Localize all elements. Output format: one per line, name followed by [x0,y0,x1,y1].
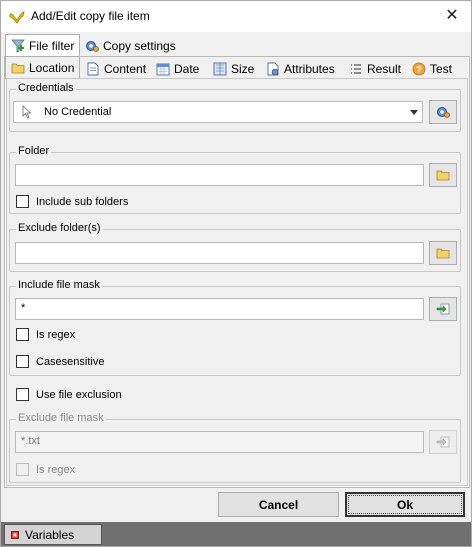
import-icon [436,303,450,315]
exclude-is-regex-checkbox[interactable]: Is regex [16,463,75,476]
cancel-button[interactable]: Cancel [218,492,339,517]
checkbox-box [16,328,29,341]
cursor-icon [22,105,32,119]
casesensitive-label: Casesensitive [36,355,105,368]
tab-attributes-label: Attributes [284,61,335,76]
tab-result-label: Result [367,61,402,76]
exclude-folders-label: Exclude folder(s) [16,222,103,234]
include-sub-folders-checkbox[interactable]: Include sub folders [16,195,128,208]
browse-folder-button[interactable] [429,163,457,187]
chevron-down-icon [410,110,418,115]
tab-content[interactable]: Content [81,58,151,79]
tab-file-filter[interactable]: File filter [5,34,81,57]
include-is-regex-checkbox[interactable]: Is regex [16,328,75,341]
attributes-icon [267,62,279,75]
casesensitive-checkbox[interactable]: Casesensitive [16,355,104,368]
tab-copy-settings[interactable]: Copy settings [80,35,181,56]
gear-icon [86,40,99,52]
svg-text:?: ? [416,64,422,74]
manage-credentials-button[interactable] [429,100,457,124]
credentials-selected: No Credential [44,106,112,118]
folder-icon [436,248,450,259]
exclude-folders-input[interactable] [15,242,424,264]
status-bar: Variables [1,522,471,546]
tab-date[interactable]: Date [151,58,204,79]
tab-location-label: Location [29,61,75,75]
exclude-file-mask-label: Exclude file mask [16,412,106,424]
filter-icon [11,39,25,53]
variables-label: Variables [25,527,75,542]
checkbox-box [16,388,29,401]
folder-icon [436,170,450,181]
checkbox-box [16,463,29,476]
exclude-is-regex-label: Is regex [36,463,76,476]
title-bar: Add/Edit copy file item ✕ [1,1,471,32]
tab-attributes[interactable]: Attributes [261,58,340,79]
tab-location[interactable]: Location [5,56,81,79]
include-file-mask-input[interactable]: * [15,298,424,320]
window-title: Add/Edit copy file item [31,9,150,23]
gear-icon [437,107,450,118]
include-file-mask-label: Include file mask [16,279,102,291]
credentials-dropdown[interactable]: No Credential [13,101,423,123]
close-button[interactable]: ✕ [439,5,465,27]
tab-copy-settings-label: Copy settings [103,38,176,53]
tab-test[interactable]: ? Test [407,58,457,79]
help-icon: ? [412,62,426,75]
calendar-icon [156,63,170,75]
tab-result[interactable]: Result [344,58,406,79]
tab-size[interactable]: Size [208,58,259,79]
use-file-exclusion-checkbox[interactable]: Use file exclusion [16,388,122,401]
credentials-label: Credentials [16,82,76,94]
tab-content-label: Content [104,61,147,76]
list-icon [351,63,361,74]
include-is-regex-label: Is regex [36,328,76,341]
import-icon [436,436,450,448]
document-icon [87,62,99,75]
folder-label: Folder [16,145,52,157]
tab-file-filter-label: File filter [29,39,75,53]
include-sub-folders-label: Include sub folders [36,195,129,208]
browse-exclude-folder-button[interactable] [429,241,457,265]
app-logo-icon [9,11,25,24]
tab-date-label: Date [174,61,200,76]
checkbox-box [16,355,29,368]
variables-button[interactable]: Variables [4,524,102,545]
exclude-file-mask-input[interactable]: *.txt [15,431,424,453]
dialog-window: Add/Edit copy file item ✕ File filter Co… [0,0,472,547]
exclude-mask-editor-button[interactable] [429,430,457,454]
include-mask-editor-button[interactable] [429,297,457,321]
folder-icon [11,63,25,74]
tab-test-label: Test [430,61,453,76]
size-icon [213,62,227,75]
checkbox-box [16,195,29,208]
dialog-footer: Cancel Ok [1,488,471,522]
folder-input[interactable] [15,164,424,186]
variables-icon [11,530,19,539]
tab-size-label: Size [231,61,255,76]
ok-button[interactable]: Ok [345,492,465,517]
use-file-exclusion-label: Use file exclusion [36,388,122,401]
